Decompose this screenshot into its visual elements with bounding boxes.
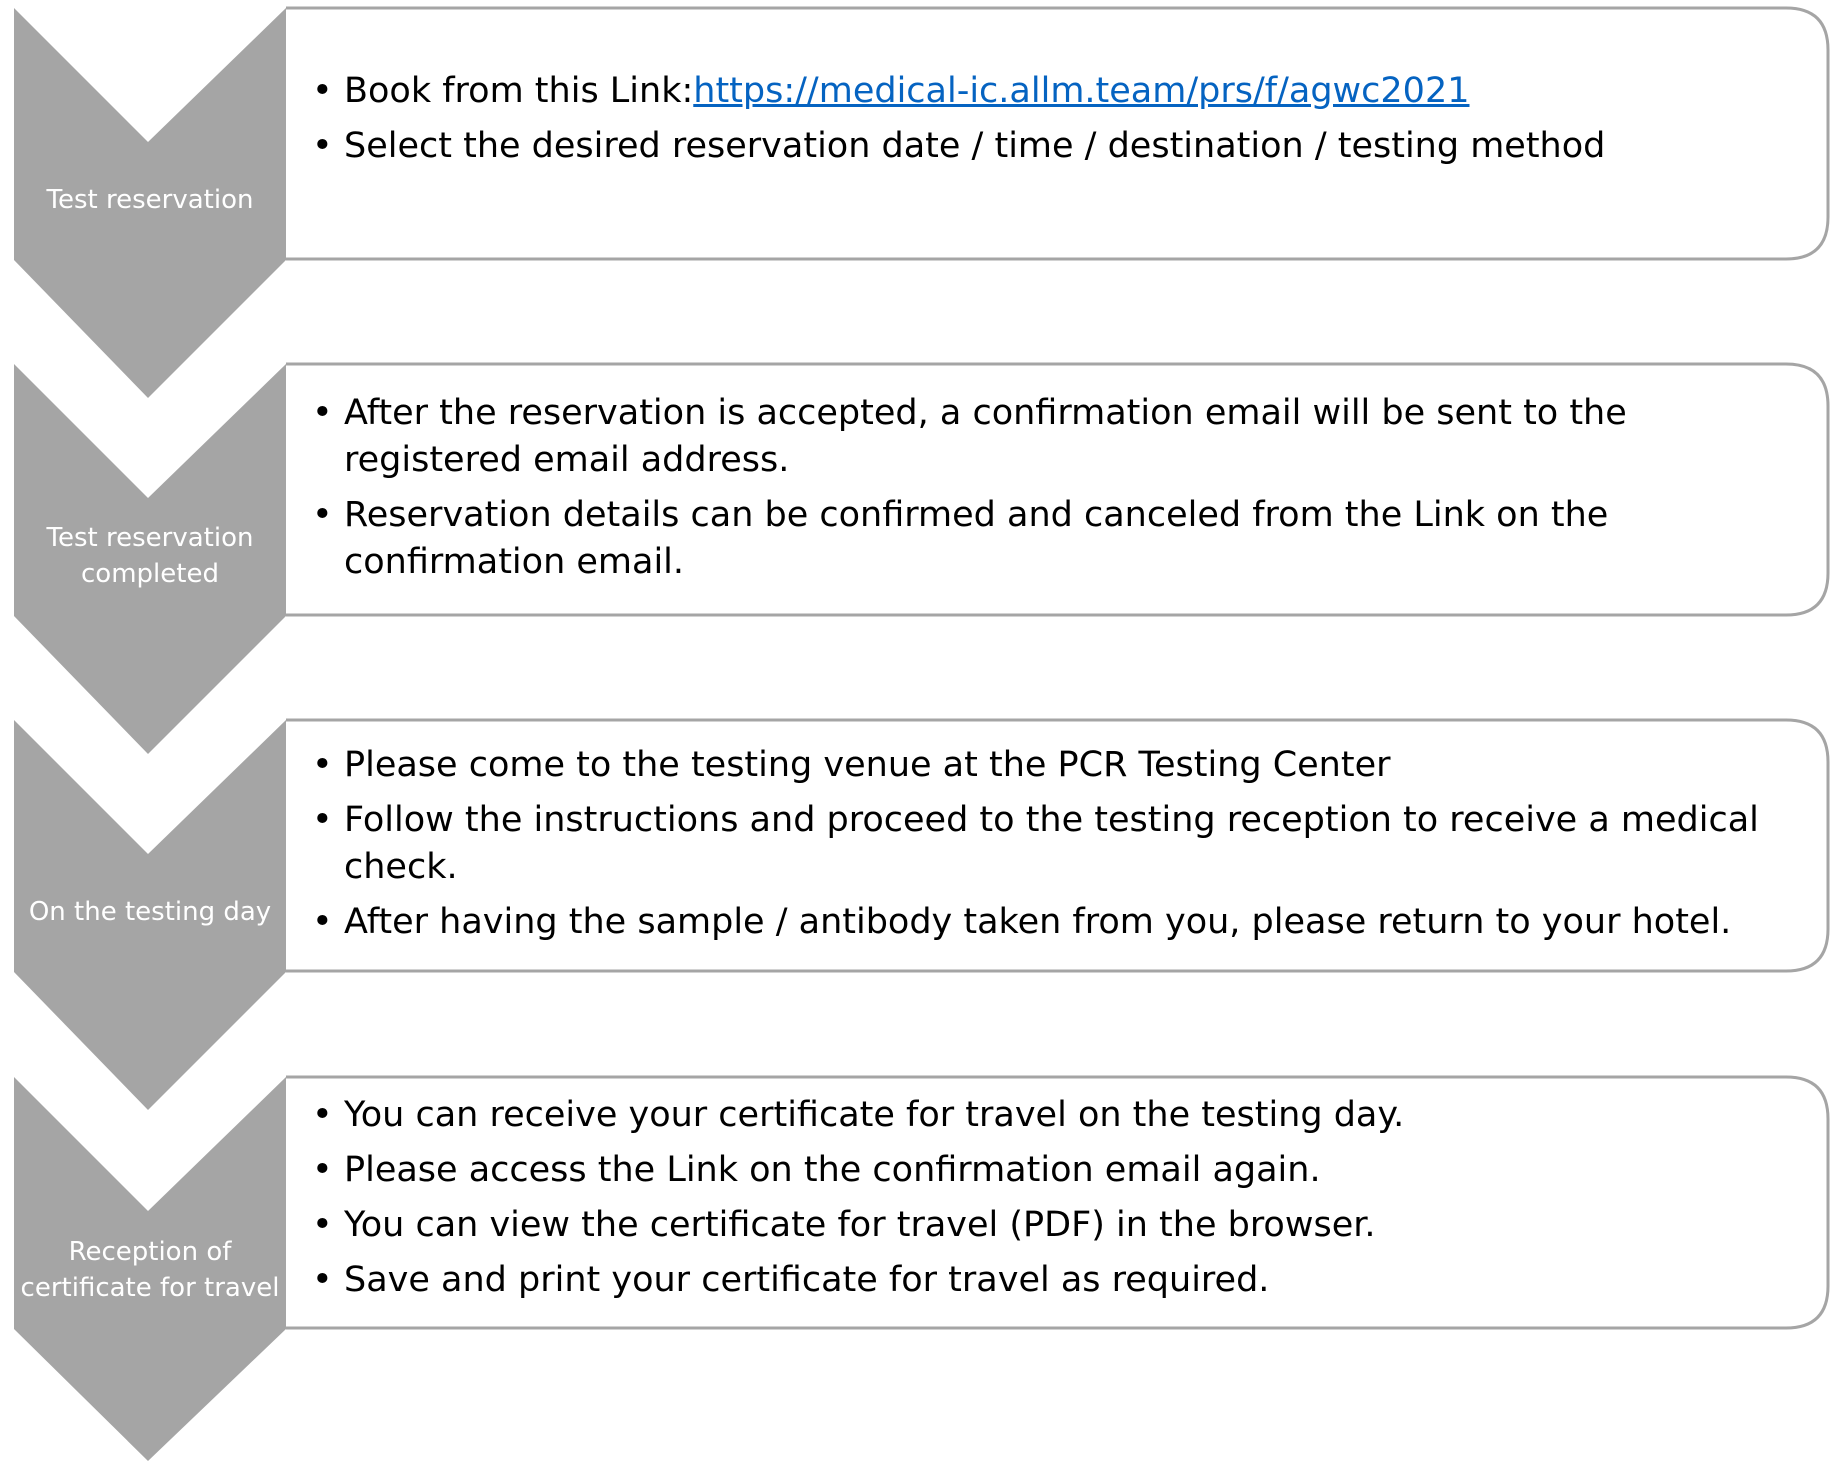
bullet-list: Please come to the testing venue at the … bbox=[286, 742, 1828, 946]
step-box-on-the-testing-day: Please come to the testing venue at the … bbox=[286, 720, 1828, 971]
bullet-text: Book from this Link: bbox=[344, 70, 694, 111]
step-box-test-reservation-completed: After the reservation is accepted, a con… bbox=[286, 364, 1828, 615]
bullet-item: Select the desired reservation date / ti… bbox=[312, 123, 1606, 170]
bullet-item: Please come to the testing venue at the … bbox=[312, 742, 1808, 789]
bullet-item: Please access the Link on the confirmati… bbox=[312, 1147, 1404, 1194]
bullet-text: You can view the certificate for travel … bbox=[344, 1204, 1376, 1245]
bullet-item: You can view the certificate for travel … bbox=[312, 1202, 1404, 1249]
bullet-list: Book from this Link:https://medical-ic.a… bbox=[286, 68, 1625, 170]
bullet-text: You can receive your certificate for tra… bbox=[344, 1094, 1405, 1135]
bullet-text: Reservation details can be confirmed and… bbox=[344, 494, 1609, 582]
bullet-text: After the reservation is accepted, a con… bbox=[344, 392, 1627, 480]
booking-link[interactable]: https://medical-ic.allm.team/prs/f/agwc2… bbox=[693, 71, 1469, 111]
bullet-text: After having the sample / antibody taken… bbox=[344, 901, 1732, 942]
bullet-item: Reservation details can be confirmed and… bbox=[312, 492, 1808, 586]
bullet-item: You can receive your certificate for tra… bbox=[312, 1092, 1405, 1139]
bullet-item: Save and print your certificate for trav… bbox=[312, 1257, 1404, 1304]
bullet-item: After having the sample / antibody taken… bbox=[312, 899, 1808, 946]
step-label-on-the-testing-day: On the testing day bbox=[28, 897, 272, 927]
step-label-reception-of-certificate: Reception of certificate for travel bbox=[20, 1237, 280, 1303]
bullet-list: You can receive your certificate for tra… bbox=[286, 1092, 1424, 1304]
step-label-test-reservation: Test reservation bbox=[46, 185, 254, 215]
step-box-test-reservation: Book from this Link:https://medical-ic.a… bbox=[286, 8, 1828, 259]
step-box-reception-of-certificate: You can receive your certificate for tra… bbox=[286, 1077, 1828, 1328]
bullet-list: After the reservation is accepted, a con… bbox=[286, 390, 1828, 586]
bullet-item: Book from this Link:https://medical-ic.a… bbox=[312, 68, 1605, 115]
bullet-item: Follow the instructions and proceed to t… bbox=[312, 797, 1808, 891]
bullet-text: Select the desired reservation date / ti… bbox=[344, 125, 1606, 166]
bullet-text: Please access the Link on the confirmati… bbox=[344, 1149, 1321, 1190]
bullet-text: Save and print your certificate for trav… bbox=[344, 1259, 1270, 1300]
bullet-item: After the reservation is accepted, a con… bbox=[312, 390, 1808, 484]
bullet-text: Follow the instructions and proceed to t… bbox=[344, 799, 1759, 887]
bullet-text: Please come to the testing venue at the … bbox=[344, 744, 1391, 785]
step-label-test-reservation-completed: Test reservation completed bbox=[46, 523, 254, 589]
